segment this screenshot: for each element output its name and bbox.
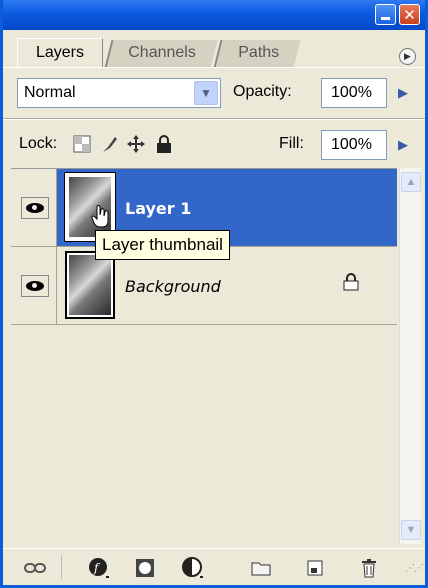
fill-label: Fill: [279, 135, 304, 152]
lock-transparent-pixels-icon[interactable] [71, 133, 93, 155]
layer-mask-icon[interactable] [133, 557, 157, 579]
fill-slider-arrow-icon[interactable]: ▶ [389, 130, 417, 160]
tab-layers[interactable]: Layers [17, 38, 103, 68]
lock-label: Lock: [19, 135, 58, 152]
minimize-button[interactable] [375, 4, 396, 25]
opacity-slider-arrow-icon[interactable]: ▶ [389, 78, 417, 108]
hand-cursor-icon [91, 205, 111, 229]
close-icon: ✕ [403, 5, 416, 24]
opacity-field[interactable]: 100% [321, 78, 387, 108]
scroll-up-icon[interactable]: ▲ [401, 172, 421, 192]
divider [61, 555, 62, 579]
adjustment-layer-icon[interactable] [181, 557, 205, 579]
tab-divider [3, 67, 425, 68]
scroll-down-icon[interactable]: ▼ [401, 520, 421, 540]
tab-channels[interactable]: Channels [104, 40, 218, 68]
layer-thumbnail[interactable] [65, 251, 115, 319]
blend-mode-select[interactable]: Normal ▼ [17, 78, 221, 108]
folder-icon[interactable] [249, 557, 273, 579]
lock-image-pixels-icon[interactable] [99, 133, 121, 155]
layers-list: Layer 1 Background [11, 168, 397, 544]
triangle-right-icon: ▶ [404, 51, 411, 61]
minimize-icon [381, 16, 390, 20]
trash-icon[interactable] [357, 557, 381, 579]
chevron-down-icon[interactable]: ▼ [194, 81, 218, 105]
layers-palette-window: ✕ Layers Channels Paths ▶ Normal ▼ Opaci… [0, 0, 428, 588]
tooltip: Layer thumbnail [95, 230, 230, 260]
lock-all-icon[interactable] [153, 133, 175, 155]
layer-style-icon[interactable]: f [87, 557, 111, 579]
fill-field[interactable]: 100% [321, 130, 387, 160]
layer-name[interactable]: Layer 1 [125, 199, 191, 218]
resize-grip-icon[interactable]: ⋰⋰ [405, 563, 424, 574]
padlock-icon [343, 273, 359, 296]
close-button[interactable]: ✕ [399, 4, 420, 25]
link-icon[interactable] [23, 557, 47, 579]
layers-bottom-toolbar: f ⋰⋰ [3, 548, 425, 585]
vertical-scrollbar[interactable]: ▲ ▼ [399, 168, 421, 544]
palette-tabs: Layers Channels Paths ▶ [3, 30, 425, 68]
palette-menu-button[interactable]: ▶ [399, 48, 416, 65]
divider [3, 118, 425, 120]
lock-position-icon[interactable] [125, 133, 147, 155]
title-bar[interactable]: ✕ [3, 0, 425, 30]
visibility-cell[interactable] [11, 169, 57, 246]
visibility-cell[interactable] [11, 247, 57, 324]
eye-icon[interactable] [21, 275, 49, 297]
eye-icon[interactable] [21, 197, 49, 219]
tab-paths[interactable]: Paths [213, 40, 301, 68]
opacity-label: Opacity: [233, 83, 292, 100]
new-layer-icon[interactable] [303, 557, 327, 579]
layer-name[interactable]: Background [125, 277, 221, 296]
